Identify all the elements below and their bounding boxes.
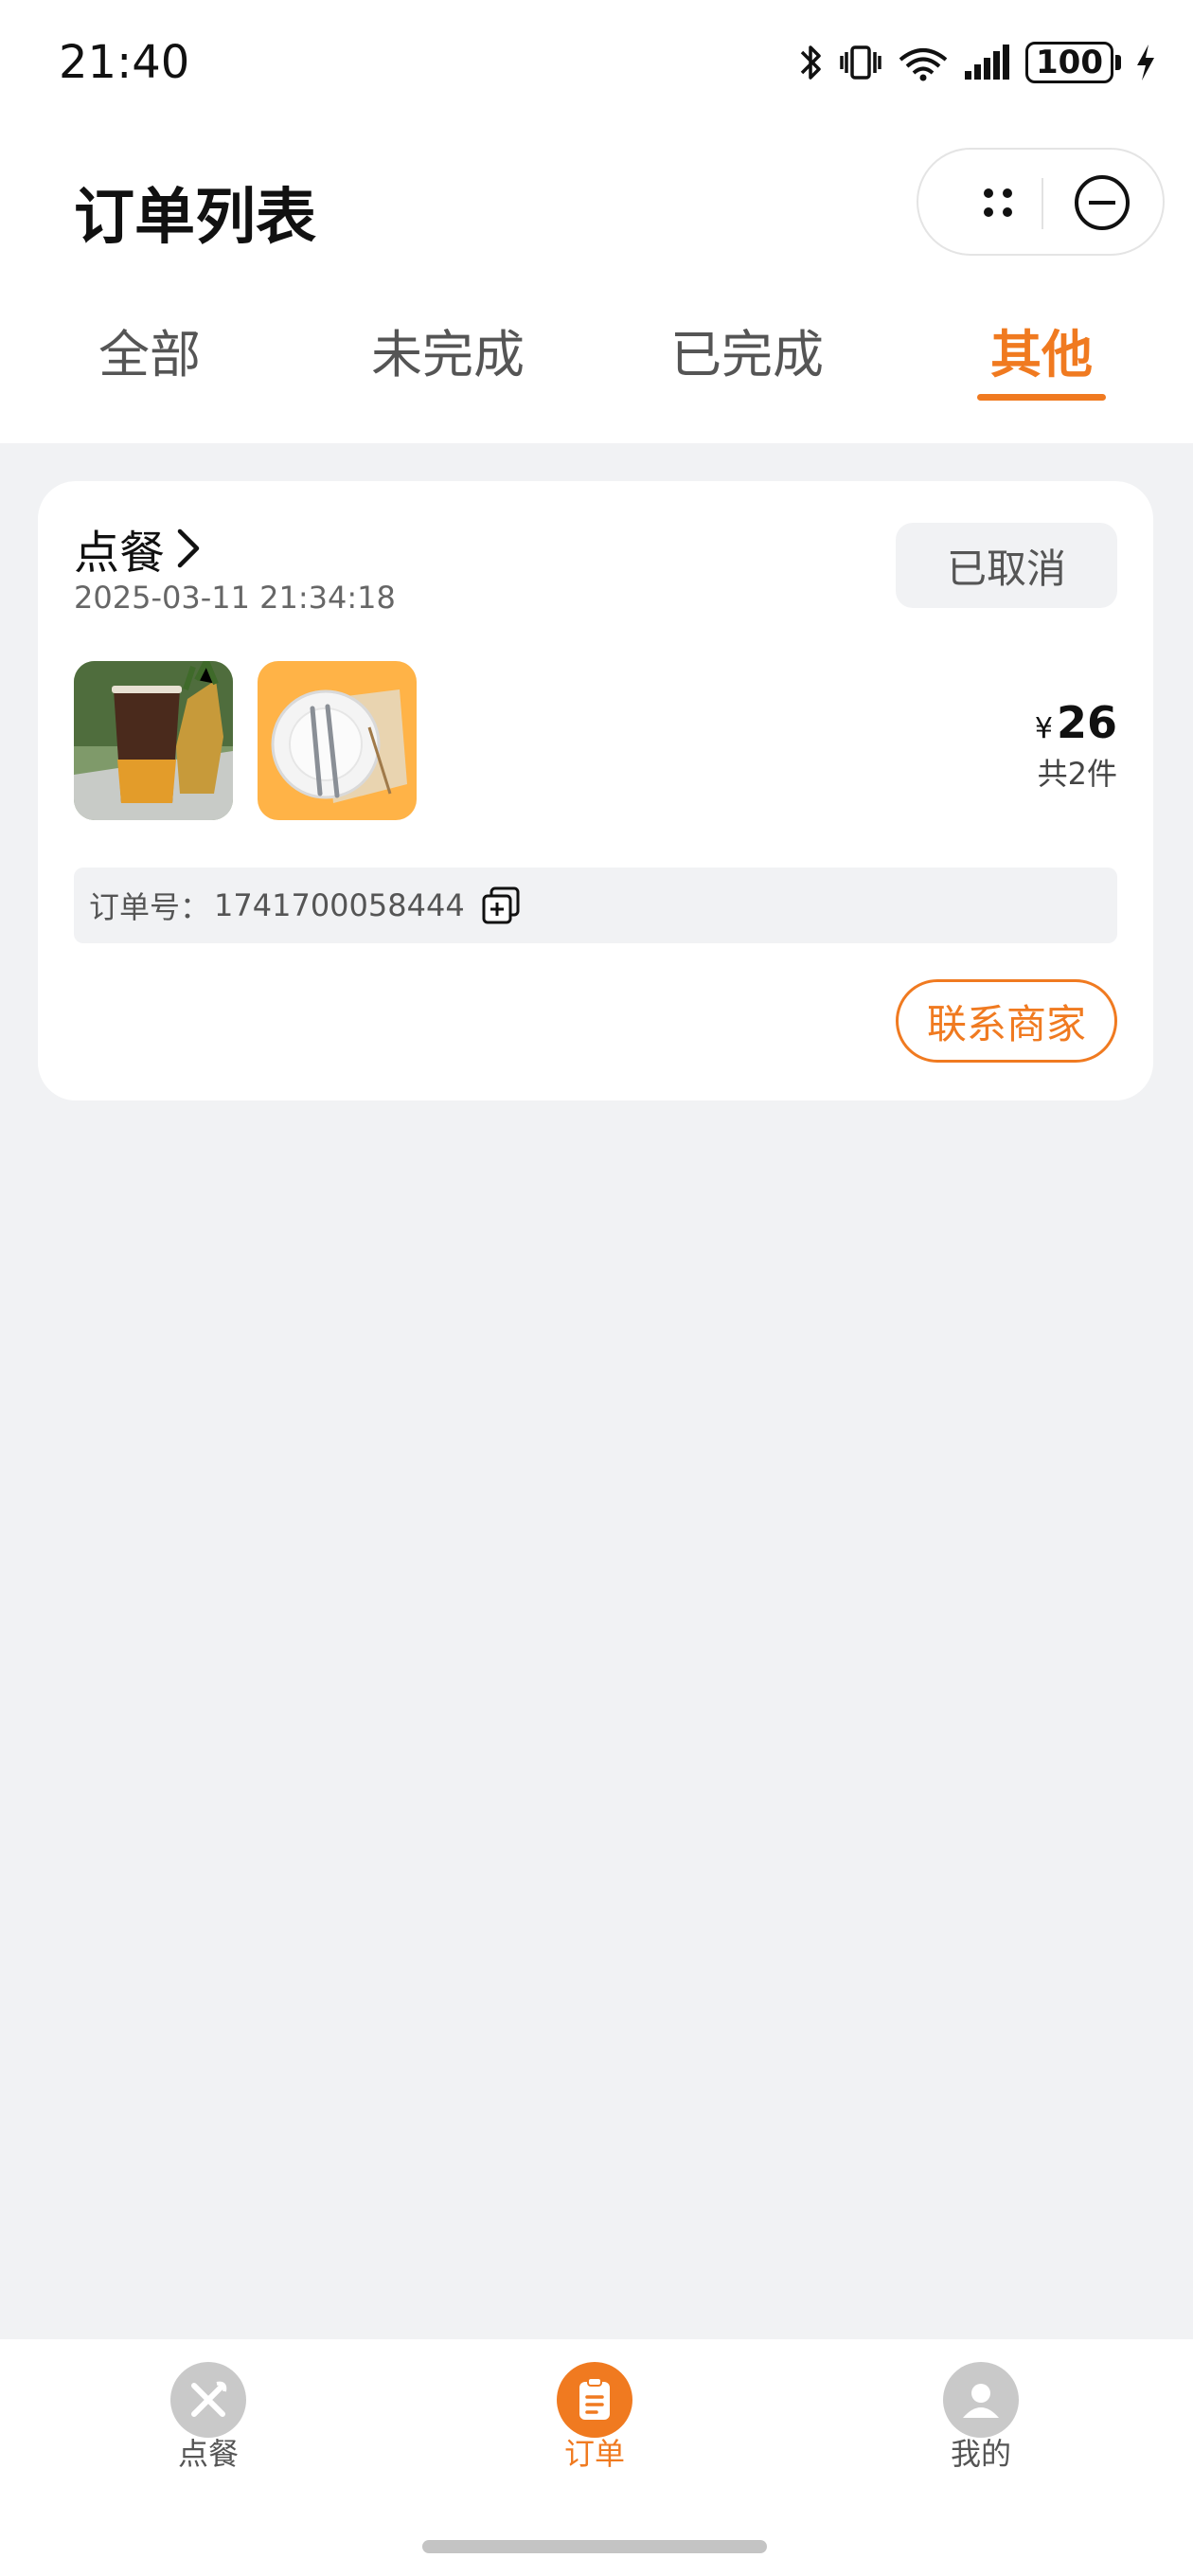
tab-incomplete[interactable]: 未完成 bbox=[371, 313, 525, 387]
shop-name: 点餐 bbox=[74, 527, 166, 580]
battery-level: 100 bbox=[1025, 42, 1113, 83]
order-price: ¥ 26 bbox=[1035, 697, 1117, 748]
tabbar-item-mine[interactable]: 我的 bbox=[886, 2362, 1076, 2474]
signal-icon bbox=[965, 45, 1010, 80]
chevron-right-icon bbox=[177, 528, 200, 568]
active-tab-indicator bbox=[977, 394, 1106, 401]
tabbar-label-order-food: 点餐 bbox=[177, 2436, 239, 2472]
wifi-icon bbox=[899, 48, 948, 81]
status-time: 21:40 bbox=[59, 36, 190, 89]
product-image-cutlery[interactable] bbox=[258, 661, 417, 820]
status-bar: 21:40 100 bbox=[0, 0, 1193, 133]
copy-icon[interactable] bbox=[480, 885, 522, 926]
status-icons: 100 bbox=[796, 42, 1157, 83]
bluetooth-icon bbox=[800, 45, 821, 80]
item-count: 共2件 bbox=[1037, 756, 1117, 792]
order-number: 1741700058444 bbox=[214, 887, 465, 923]
tabbar-item-orders[interactable]: 订单 bbox=[500, 2362, 689, 2474]
page-title: 订单列表 bbox=[74, 183, 316, 253]
user-icon bbox=[943, 2362, 1019, 2438]
tabbar-label-orders: 订单 bbox=[563, 2436, 625, 2472]
order-card[interactable]: 点餐 2025-03-11 21:34:18 已取消 ¥ 26 共2件 订单号：… bbox=[38, 481, 1153, 1100]
exit-icon[interactable] bbox=[1068, 169, 1136, 237]
charging-icon bbox=[1137, 45, 1154, 80]
tab-other[interactable]: 其他 bbox=[990, 313, 1093, 387]
order-list-icon bbox=[557, 2362, 632, 2438]
order-tabs: 全部 未完成 已完成 其他 bbox=[0, 313, 1193, 407]
tabbar-label-mine: 我的 bbox=[950, 2436, 1011, 2472]
capsule-divider bbox=[1042, 178, 1043, 229]
more-icon[interactable] bbox=[964, 169, 1032, 237]
price-value: 26 bbox=[1056, 697, 1117, 748]
product-image-iced-coffee[interactable] bbox=[74, 661, 233, 820]
iced-coffee-image bbox=[74, 661, 233, 820]
shop-link[interactable]: 点餐 bbox=[74, 515, 203, 581]
order-number-row: 订单号： 1741700058444 bbox=[74, 868, 1117, 943]
vibrate-icon bbox=[840, 45, 881, 80]
status-badge: 已取消 bbox=[896, 523, 1117, 608]
home-indicator[interactable] bbox=[422, 2540, 767, 2553]
cutlery-image bbox=[258, 661, 417, 820]
utensils-icon bbox=[170, 2362, 246, 2438]
currency-symbol: ¥ bbox=[1034, 712, 1053, 745]
mini-program-capsule bbox=[917, 148, 1165, 256]
contact-merchant-button[interactable]: 联系商家 bbox=[896, 979, 1117, 1063]
battery-indicator: 100 bbox=[1025, 42, 1121, 83]
battery-tip bbox=[1115, 55, 1121, 70]
order-number-label: 订单号： bbox=[89, 889, 211, 925]
tab-all[interactable]: 全部 bbox=[98, 313, 201, 387]
order-time: 2025-03-11 21:34:18 bbox=[74, 580, 396, 616]
tabbar-item-order-food[interactable]: 点餐 bbox=[114, 2362, 303, 2474]
tab-completed[interactable]: 已完成 bbox=[670, 313, 824, 387]
header-area: 21:40 100 订单列表 全部 未完成 已完成 其他 bbox=[0, 0, 1193, 443]
